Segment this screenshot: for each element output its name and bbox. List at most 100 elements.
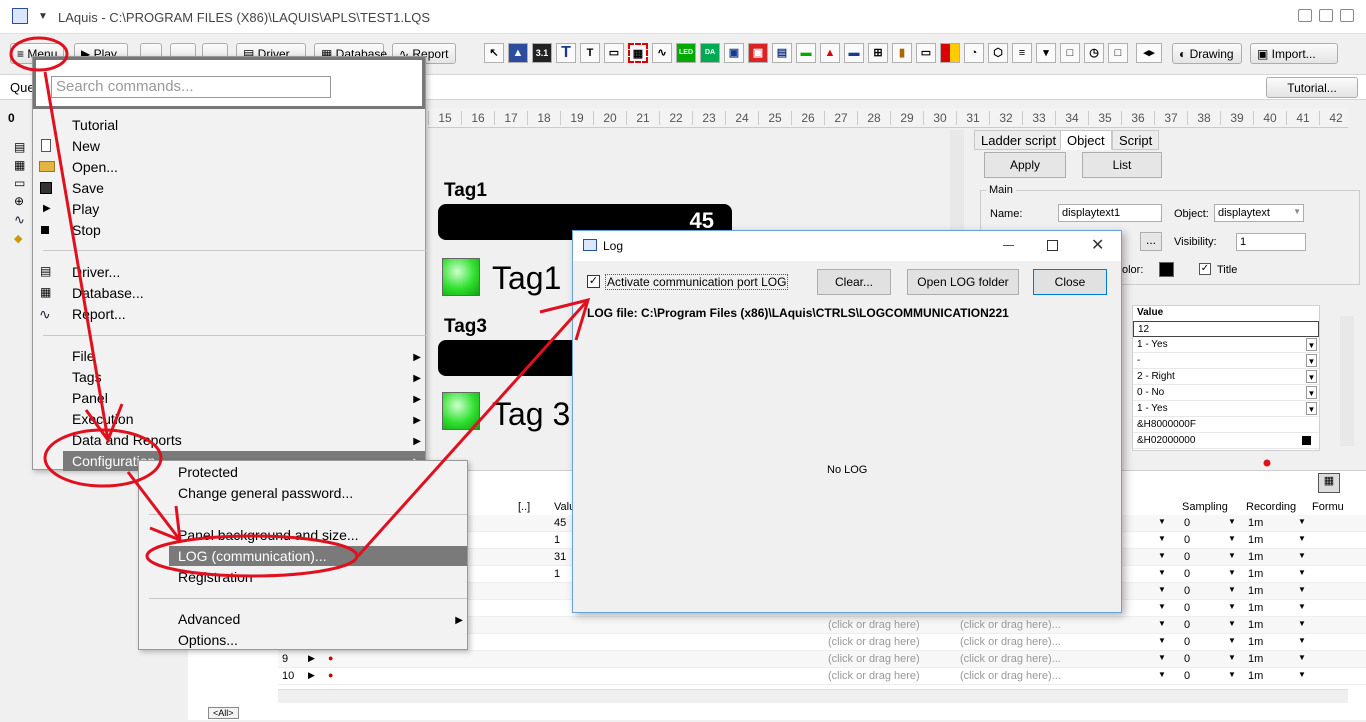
menu-item-tags[interactable]: Tags <box>72 369 102 385</box>
drag-target-cell[interactable]: (click or drag here)... <box>960 636 1061 648</box>
chevron-down-icon[interactable]: ▼ <box>1228 534 1236 543</box>
sampling-cell[interactable]: 0 <box>1184 653 1190 665</box>
chevron-down-icon[interactable]: ▼ <box>1228 585 1236 594</box>
chevron-down-icon[interactable]: ▼ <box>1298 602 1306 611</box>
chevron-down-icon[interactable]: ▼ <box>1158 670 1166 679</box>
recording-cell[interactable]: 1m <box>1248 619 1263 631</box>
chevron-down-icon[interactable]: ▼ <box>1228 670 1236 679</box>
sampling-cell[interactable]: 0 <box>1184 602 1190 614</box>
submenu-item-options[interactable]: Options... <box>178 632 238 648</box>
property-value-row[interactable]: - ▼ <box>1133 353 1319 369</box>
image-tool-icon[interactable]: ▲ <box>508 43 528 63</box>
visibility-input[interactable]: 1 <box>1236 233 1306 251</box>
tag3-display[interactable] <box>438 340 578 376</box>
chevron-down-icon[interactable]: ▼ <box>1298 670 1306 679</box>
tag3-led[interactable] <box>442 392 480 430</box>
submenu-item-advanced[interactable]: Advanced <box>178 611 240 627</box>
menu-item-tutorial[interactable]: Tutorial <box>72 117 118 133</box>
property-value-row[interactable]: 1 - Yes ▼ <box>1133 401 1319 417</box>
rectangle-tool-icon[interactable]: □ <box>1060 43 1080 63</box>
submenu-item-panel-background[interactable]: Panel background and size... <box>178 527 359 543</box>
drag-target-cell[interactable]: (click or drag here)... <box>960 670 1061 682</box>
display-tool-icon[interactable]: 3.1 <box>532 43 552 63</box>
close-icon[interactable] <box>1340 9 1354 22</box>
property-value-row[interactable]: 0 - No ▼ <box>1133 385 1319 401</box>
button-tool-icon[interactable]: ▭ <box>604 43 624 63</box>
chevron-down-icon[interactable]: ▼ <box>1306 338 1317 351</box>
browse-button[interactable]: ... <box>1140 232 1162 251</box>
arrows-tool-icon[interactable]: ◂▸ <box>1136 43 1162 63</box>
record-dot-icon[interactable]: ● <box>328 670 333 680</box>
frame-tool-icon[interactable]: □ <box>1108 43 1128 63</box>
drawing-button[interactable]: ◐ Drawing <box>1172 43 1242 64</box>
submenu-item-registration[interactable]: Registration <box>178 569 253 585</box>
sampling-cell[interactable]: 0 <box>1184 619 1190 631</box>
menu-item-driver[interactable]: Driver... <box>72 264 120 280</box>
apply-button[interactable]: Apply <box>984 152 1066 178</box>
menu-item-play[interactable]: Play <box>72 201 99 217</box>
shape-tool-icon[interactable]: ⬡ <box>988 43 1008 63</box>
menu-item-stop[interactable]: Stop <box>72 222 101 238</box>
maximize-icon[interactable] <box>1047 240 1058 251</box>
chevron-down-icon[interactable]: ▼ <box>1298 636 1306 645</box>
dropdown-tool-icon[interactable]: ▾ <box>1036 43 1056 63</box>
cube-side-icon[interactable]: ◆ <box>14 232 22 245</box>
grid-hscrollbar[interactable] <box>278 689 1348 703</box>
menu-item-execution[interactable]: Execution <box>72 411 133 427</box>
clock-tool-icon[interactable]: ◷ <box>1084 43 1104 63</box>
sampling-cell[interactable]: 0 <box>1184 568 1190 580</box>
grid-tab-all[interactable]: <All> <box>208 707 239 719</box>
gauge-tool-icon[interactable]: ▣ <box>724 43 744 63</box>
maximize-icon[interactable] <box>1319 9 1333 22</box>
chevron-down-icon[interactable]: ▼ <box>1306 370 1317 383</box>
window-menu-chevron-icon[interactable]: ▼ <box>38 11 48 22</box>
display-side-icon[interactable]: ▭ <box>14 176 25 190</box>
chevron-down-icon[interactable]: ▼ <box>1228 551 1236 560</box>
property-value-row[interactable]: 2 - Right ▼ <box>1133 369 1319 385</box>
drag-target-cell[interactable]: (click or drag here)... <box>960 619 1061 631</box>
play-row-icon[interactable]: ▶ <box>308 653 315 664</box>
open-log-folder-button[interactable]: Open LOG folder <box>907 269 1019 295</box>
chevron-down-icon[interactable]: ▼ <box>1158 534 1166 543</box>
link-side-icon[interactable]: ⊕ <box>14 194 24 208</box>
chart-tool-icon[interactable]: ∿ <box>652 43 672 63</box>
sampling-cell[interactable]: 0 <box>1184 551 1190 563</box>
submenu-item-protected[interactable]: Protected <box>178 464 238 480</box>
drag-target-cell[interactable]: (click or drag here) <box>828 670 920 682</box>
sampling-cell[interactable]: 0 <box>1184 636 1190 648</box>
list-button[interactable]: List <box>1082 152 1162 178</box>
recording-cell[interactable]: 1m <box>1248 568 1263 580</box>
chevron-down-icon[interactable]: ▼ <box>1298 534 1306 543</box>
sampling-cell[interactable]: 0 <box>1184 534 1190 546</box>
chevron-down-icon[interactable]: ▼ <box>1298 551 1306 560</box>
tab-ladder-script[interactable]: Ladder script <box>974 130 1064 150</box>
recording-cell[interactable]: 1m <box>1248 517 1263 529</box>
chevron-down-icon[interactable]: ▼ <box>1298 568 1306 577</box>
chevron-down-icon[interactable]: ▼ <box>1228 517 1236 526</box>
right-scrollbar[interactable] <box>1340 316 1354 446</box>
recording-cell[interactable]: 1m <box>1248 551 1263 563</box>
tutorial-button[interactable]: Tutorial... <box>1266 77 1358 98</box>
app-icon[interactable] <box>12 8 28 24</box>
drag-target-cell[interactable]: (click or drag here) <box>828 636 920 648</box>
property-value-row[interactable]: 1 - Yes ▼ <box>1133 337 1319 353</box>
menu-item-panel[interactable]: Panel <box>72 390 108 406</box>
chevron-down-icon[interactable]: ▼ <box>1158 619 1166 628</box>
color-swatch[interactable] <box>1302 436 1311 445</box>
menu-item-report[interactable]: Report... <box>72 306 126 322</box>
title-checkbox[interactable]: ✓ <box>1199 263 1211 275</box>
chevron-down-icon[interactable]: ▼ <box>1298 585 1306 594</box>
menu-item-open[interactable]: Open... <box>72 159 118 175</box>
slider-tool-icon[interactable]: ▬ <box>796 43 816 63</box>
chevron-down-icon[interactable]: ▼ <box>1158 653 1166 662</box>
sampling-cell[interactable]: 0 <box>1184 585 1190 597</box>
object-select[interactable]: displaytext ▼ <box>1214 204 1304 222</box>
recording-cell[interactable]: 1m <box>1248 534 1263 546</box>
drag-target-cell[interactable]: (click or drag here)... <box>960 653 1061 665</box>
menu-item-data-and-reports[interactable]: Data and Reports <box>72 432 182 448</box>
chevron-down-icon[interactable]: ▼ <box>1298 653 1306 662</box>
siren-tool-icon[interactable]: ▲ <box>820 43 840 63</box>
tag1-led[interactable] <box>442 258 480 296</box>
close-icon[interactable]: ✕ <box>1091 235 1104 255</box>
recording-cell[interactable]: 1m <box>1248 636 1263 648</box>
